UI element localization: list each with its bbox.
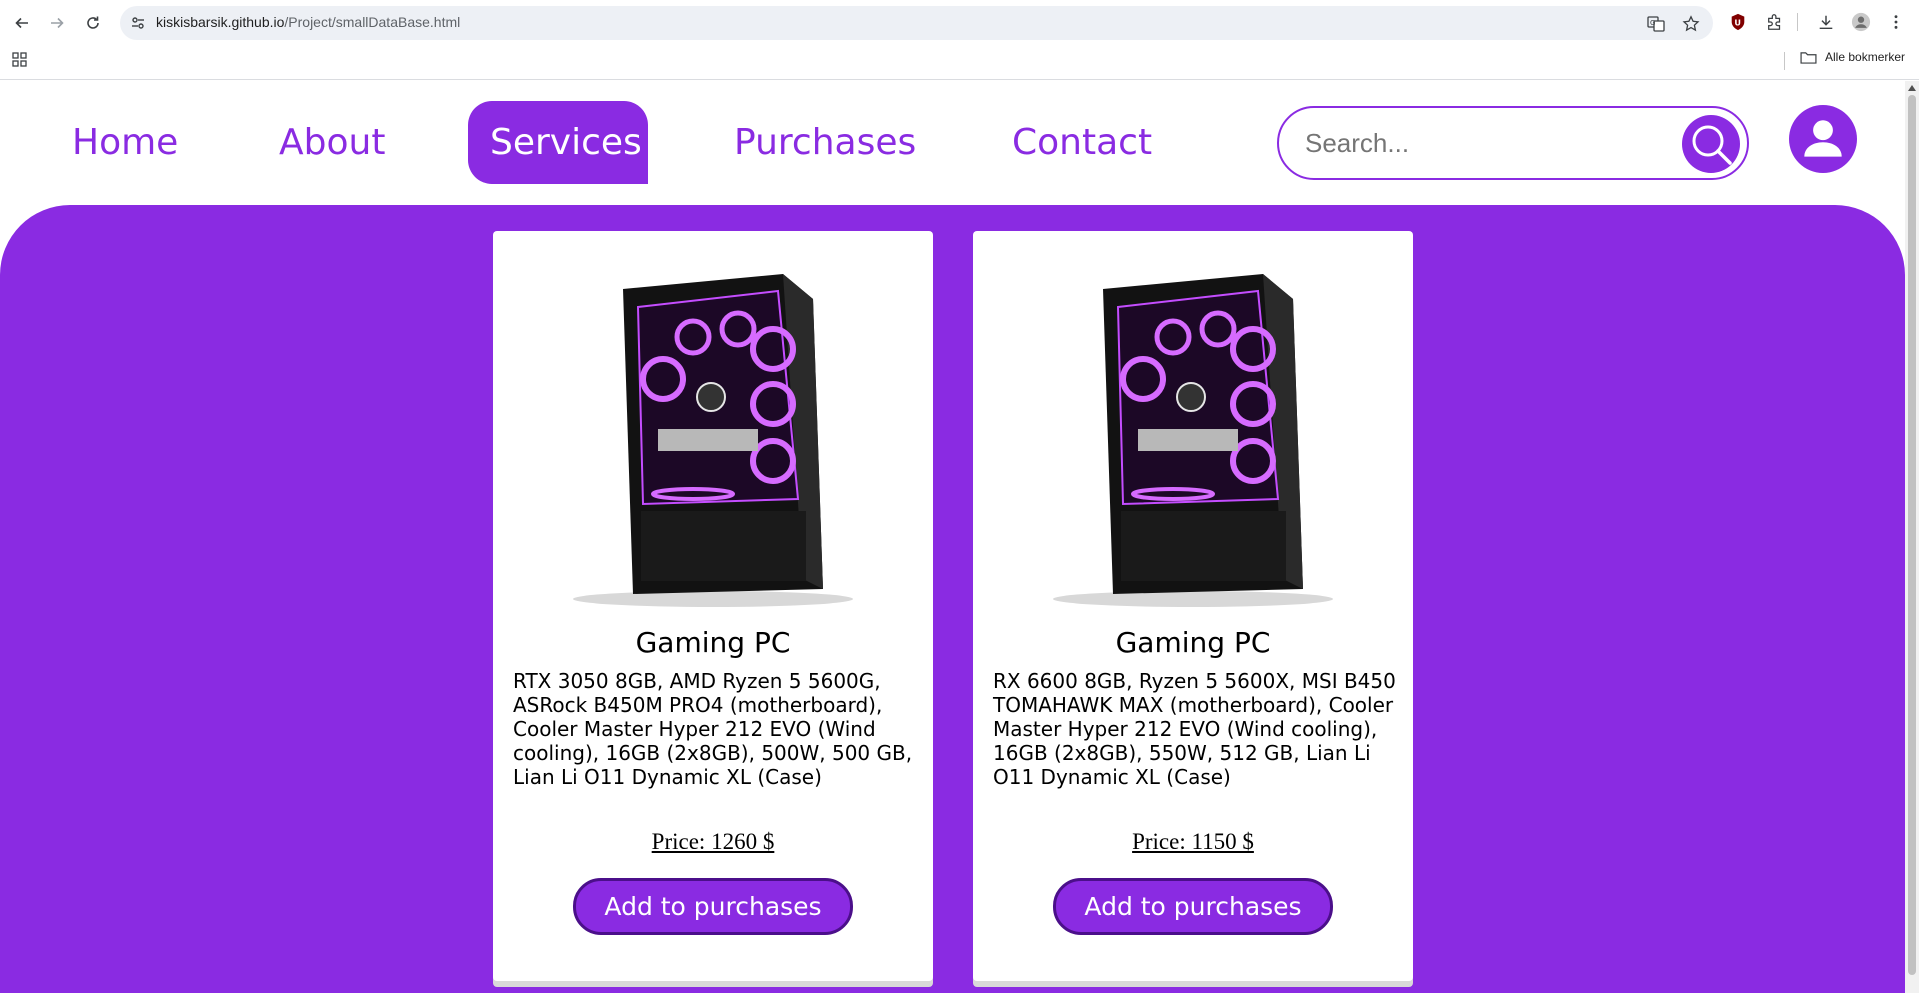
product-card: Gaming PC RTX 3050 8GB, AMD Ryzen 5 5600… xyxy=(493,231,933,981)
url-path: /Project/smallDataBase.html xyxy=(284,14,461,30)
nav-services[interactable]: Services xyxy=(468,101,648,184)
bookmarks-divider xyxy=(1784,52,1785,70)
nav-contact[interactable]: Contact xyxy=(990,101,1174,184)
browser-toolbar: kiskisbarsik.github.io/Project/smallData… xyxy=(0,0,1919,46)
reload-icon[interactable] xyxy=(80,10,106,36)
star-icon[interactable] xyxy=(1682,15,1700,33)
nav-home[interactable]: Home xyxy=(50,101,200,184)
user-account-button[interactable] xyxy=(1789,105,1857,173)
product-description: RTX 3050 8GB, AMD Ryzen 5 5600G, ASRock … xyxy=(513,669,913,789)
product-card: Gaming PC RX 6600 8GB, Ryzen 5 5600X, MS… xyxy=(973,231,1413,981)
add-to-purchases-button[interactable]: Add to purchases xyxy=(573,878,853,935)
product-price: Price: 1150 $ xyxy=(1132,829,1254,854)
download-icon[interactable] xyxy=(1815,11,1837,33)
site-header: Home About Services Purchases Contact xyxy=(0,81,1905,205)
all-bookmarks-label: Alle bokmerker xyxy=(1825,50,1906,64)
back-icon[interactable] xyxy=(9,10,35,36)
magnifier-icon xyxy=(1692,125,1732,165)
extensions-icon[interactable] xyxy=(1764,11,1786,33)
search-input[interactable] xyxy=(1305,124,1665,162)
apps-icon[interactable] xyxy=(12,52,28,68)
url-host: kiskisbarsik.github.io xyxy=(156,14,285,30)
address-bar[interactable]: kiskisbarsik.github.io/Project/smallData… xyxy=(120,6,1713,40)
gaming-pc-image xyxy=(573,274,853,607)
product-section: Gaming PC RTX 3050 8GB, AMD Ryzen 5 5600… xyxy=(0,205,1905,993)
forward-icon[interactable] xyxy=(44,10,70,36)
nav-purchases[interactable]: Purchases xyxy=(712,101,938,184)
svg-text:U: U xyxy=(1734,18,1741,28)
product-description: RX 6600 8GB, Ryzen 5 5600X, MSI B450 TOM… xyxy=(993,669,1396,789)
page-viewport: Home About Services Purchases Contact Se… xyxy=(0,81,1905,993)
product-title: Gaming PC xyxy=(1115,626,1271,659)
all-bookmarks-button[interactable]: Alle bokmerker xyxy=(1800,50,1905,64)
user-icon xyxy=(1804,120,1842,157)
url-text: kiskisbarsik.github.io/Project/smallData… xyxy=(156,14,460,30)
menu-icon[interactable] xyxy=(1885,11,1907,33)
search-button[interactable] xyxy=(1682,115,1740,173)
bookmarks-bar xyxy=(0,46,1919,80)
product-price: Price: 1260 $ xyxy=(651,829,775,854)
search-box xyxy=(1277,106,1749,180)
add-to-purchases-button[interactable]: Add to purchases xyxy=(1053,878,1333,935)
toolbar-divider xyxy=(1797,13,1798,31)
gaming-pc-image xyxy=(1053,274,1333,607)
scroll-up-arrow[interactable] xyxy=(1908,85,1916,91)
profile-icon[interactable] xyxy=(1850,11,1872,33)
scrollbar-thumb[interactable] xyxy=(1908,95,1916,975)
nav-about[interactable]: About xyxy=(257,101,407,184)
translate-icon[interactable]: G xyxy=(1647,15,1665,33)
site-info-icon[interactable] xyxy=(130,15,146,31)
page-scrollbar[interactable] xyxy=(1905,81,1919,993)
folder-icon xyxy=(1800,51,1817,64)
svg-text:G: G xyxy=(1650,19,1655,27)
ublock-icon[interactable]: U xyxy=(1727,11,1749,33)
product-title: Gaming PC xyxy=(635,626,791,659)
